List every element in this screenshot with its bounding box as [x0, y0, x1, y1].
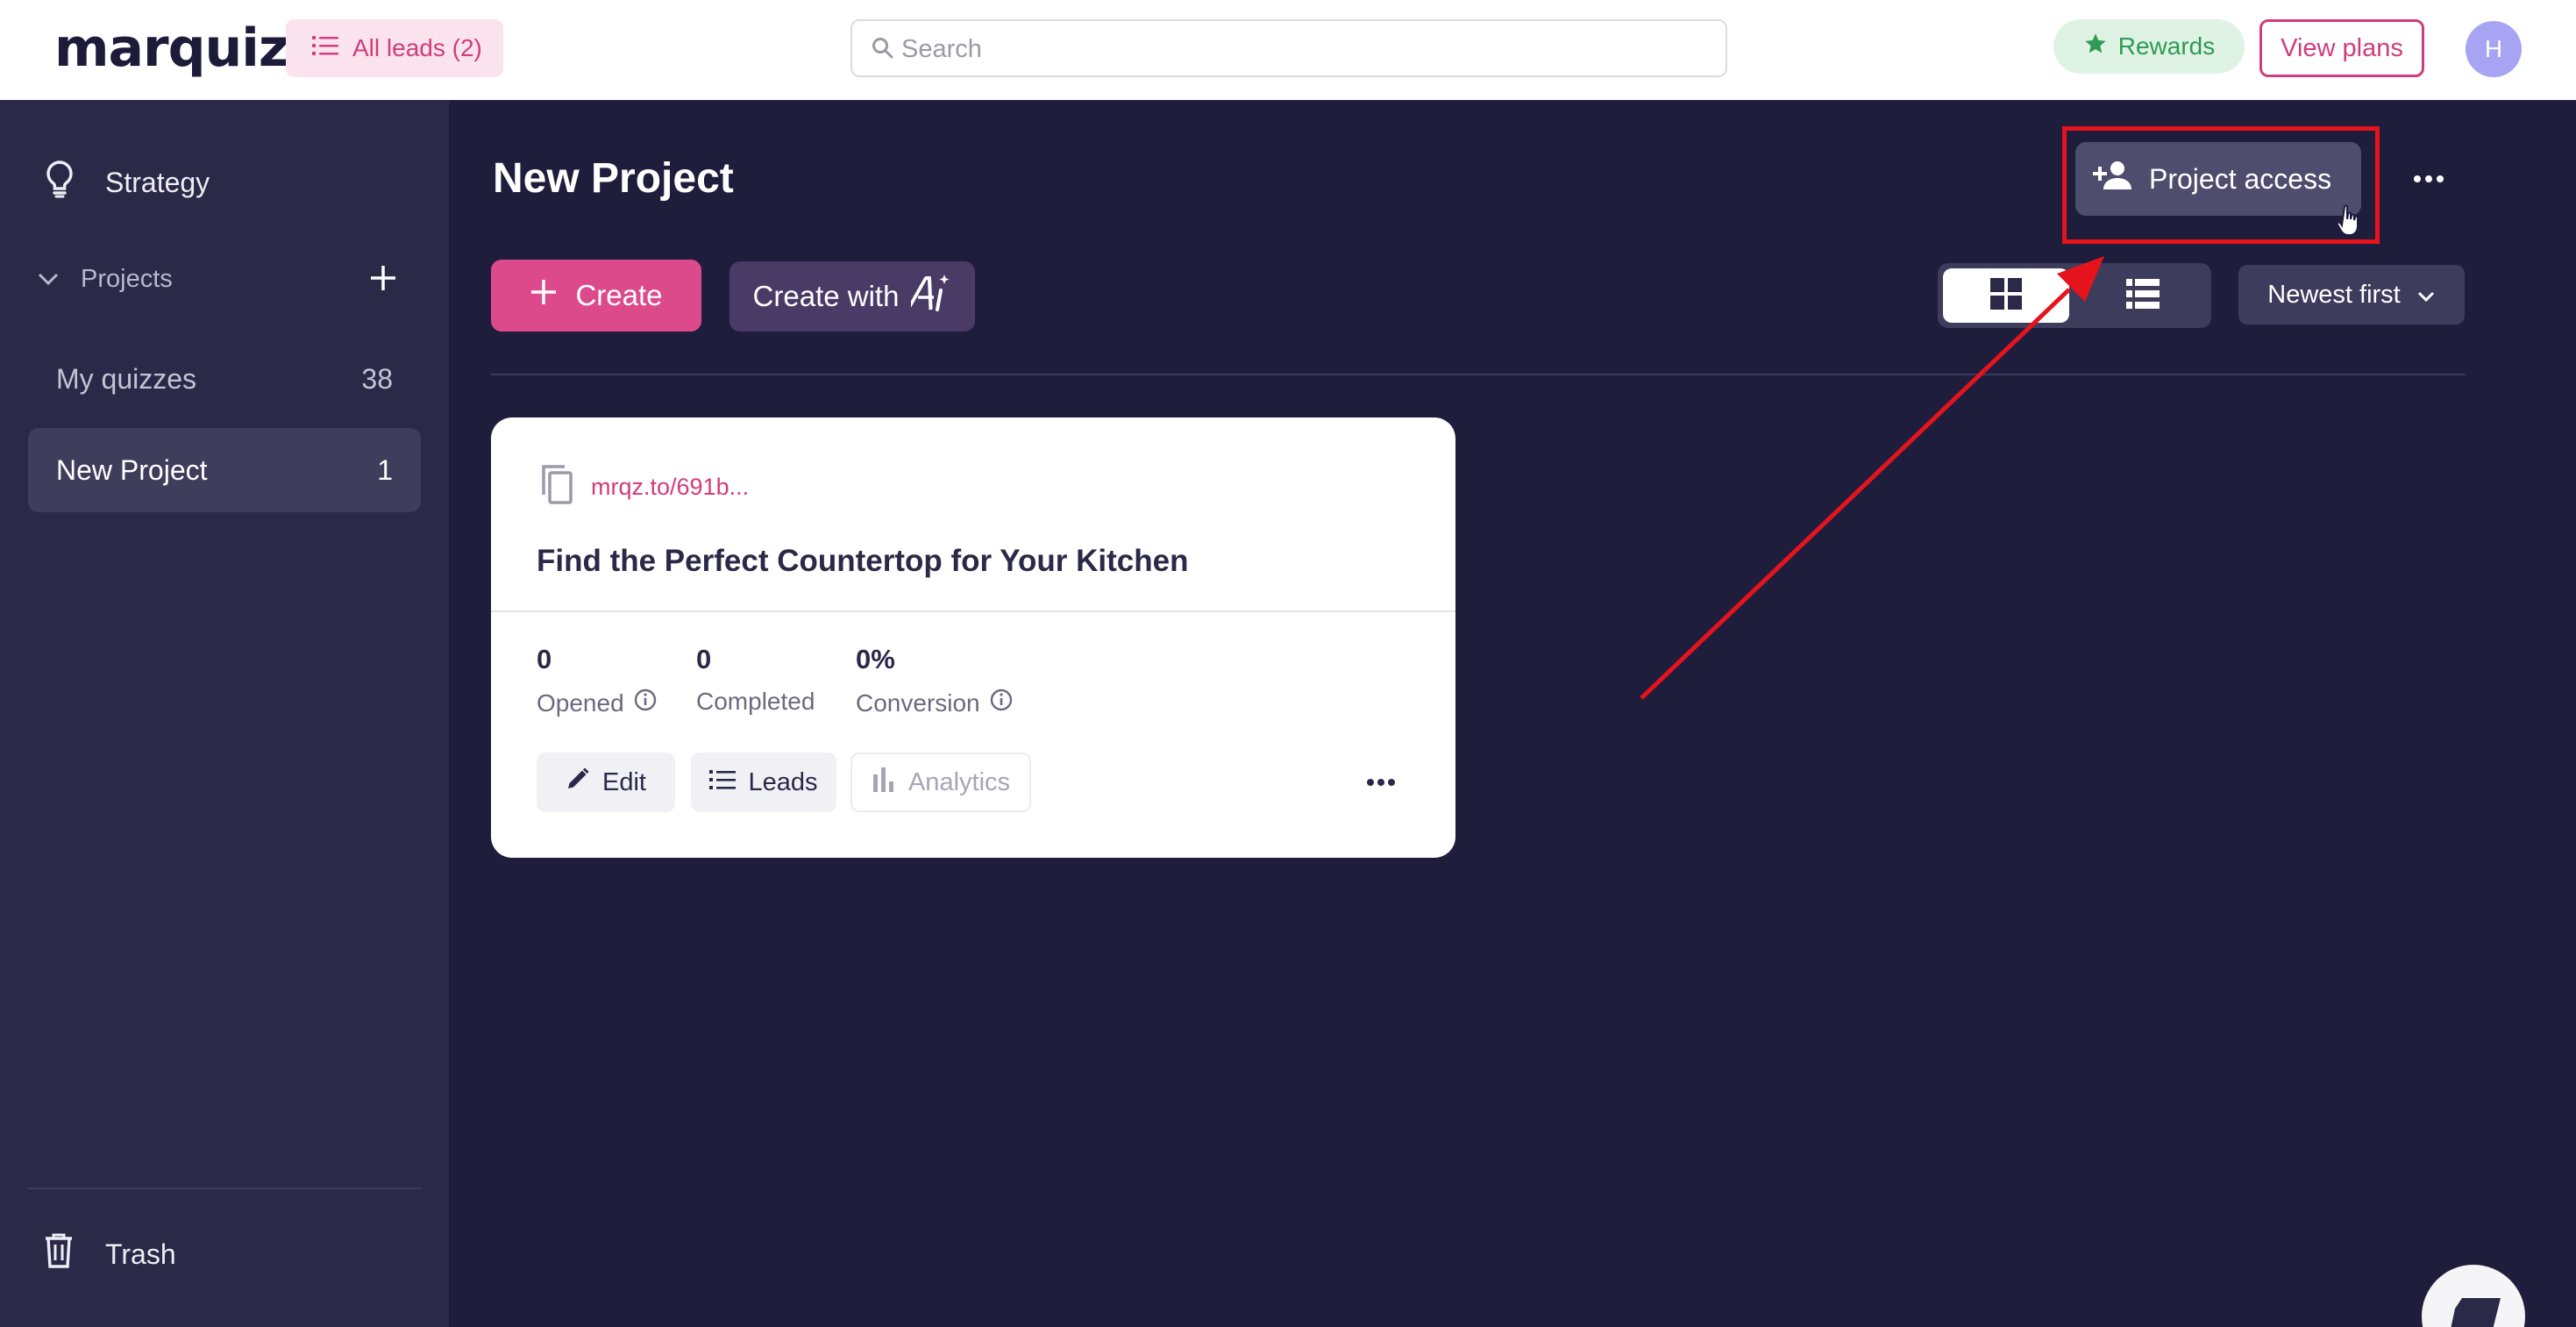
- add-project-button[interactable]: [361, 258, 405, 302]
- chat-icon: [2446, 1291, 2508, 1327]
- create-button[interactable]: Create: [491, 260, 701, 332]
- trash-icon: [44, 1233, 74, 1275]
- stat-opened: 0 Opened: [537, 644, 658, 718]
- sidebar-item-count: 38: [361, 362, 393, 395]
- info-icon[interactable]: [989, 688, 1014, 718]
- sidebar-item-strategy[interactable]: Strategy: [44, 160, 210, 205]
- quiz-link[interactable]: mrqz.to/691b...: [537, 463, 749, 511]
- quiz-title[interactable]: Find the Perfect Countertop for Your Kit…: [537, 544, 1188, 579]
- projects-section-header[interactable]: Projects: [37, 265, 405, 294]
- page-title: New Project: [493, 155, 734, 202]
- pencil-icon: [566, 767, 590, 798]
- sidebar-item-count: 1: [377, 453, 393, 486]
- edit-button[interactable]: Edit: [537, 753, 675, 812]
- grid-view-button[interactable]: [1943, 268, 2069, 323]
- stat-completed: 0 Completed: [696, 644, 815, 716]
- create-with-ai-button[interactable]: Create with: [729, 261, 975, 332]
- analytics-button[interactable]: Analytics: [850, 753, 1031, 812]
- info-icon[interactable]: [633, 688, 658, 718]
- annotation-highlight-box: [2062, 126, 2380, 244]
- hand-pointer-icon: [2336, 203, 2364, 241]
- more-horizontal-icon: [1366, 775, 1396, 791]
- stat-conversion: 0% Conversion: [856, 644, 1014, 718]
- logo[interactable]: marquiz: [54, 18, 289, 79]
- top-bar: marquiz All leads (2) Rewards View plans…: [0, 0, 2576, 100]
- sidebar-item-label: My quizzes: [56, 362, 197, 395]
- search-icon: [872, 37, 894, 64]
- trash-label: Trash: [105, 1238, 176, 1270]
- sort-dropdown[interactable]: Newest first: [2238, 265, 2465, 325]
- sidebar-item-new-project[interactable]: New Project 1: [28, 428, 421, 512]
- sidebar-divider: [28, 1188, 421, 1189]
- rewards-button[interactable]: Rewards: [2053, 19, 2245, 74]
- stat-label: Completed: [696, 688, 815, 715]
- sidebar-item-my-quizzes[interactable]: My quizzes 38: [28, 337, 421, 421]
- bar-chart-icon: [872, 766, 896, 799]
- more-horizontal-icon: [2413, 172, 2444, 188]
- card-divider: [491, 610, 1455, 612]
- chat-widget-button[interactable]: [2422, 1265, 2525, 1327]
- search-input[interactable]: [901, 30, 1690, 68]
- sidebar-item-trash[interactable]: Trash: [44, 1233, 176, 1275]
- copy-icon[interactable]: [537, 463, 575, 511]
- view-toggle: [1938, 263, 2211, 328]
- edit-label: Edit: [602, 767, 646, 796]
- sort-label: Newest first: [2267, 280, 2401, 309]
- grid-view-icon: [1989, 277, 2023, 315]
- ai-icon: [907, 273, 951, 320]
- stat-label: Opened: [537, 688, 624, 717]
- list-icon: [709, 768, 737, 797]
- strategy-label: Strategy: [105, 166, 210, 198]
- search-box[interactable]: [850, 19, 1727, 77]
- quiz-link-text: mrqz.to/691b...: [591, 474, 750, 500]
- stat-value: 0: [537, 644, 552, 674]
- card-more-button[interactable]: [1359, 763, 1403, 803]
- create-with-label: Create with: [752, 280, 900, 312]
- plus-icon: [368, 263, 398, 297]
- lightbulb-icon: [44, 160, 75, 205]
- plus-icon: [530, 278, 558, 313]
- all-leads-label: All leads (2): [352, 34, 482, 61]
- projects-label: Projects: [81, 265, 173, 293]
- leads-button[interactable]: Leads: [691, 753, 836, 812]
- quiz-card: mrqz.to/691b... Find the Perfect Counter…: [491, 417, 1455, 858]
- create-label: Create: [575, 279, 663, 311]
- all-leads-button[interactable]: All leads (2): [286, 19, 503, 77]
- chevron-down-icon: [2416, 281, 2436, 310]
- rewards-label: Rewards: [2117, 32, 2216, 60]
- more-options-button[interactable]: [2402, 158, 2455, 202]
- analytics-label: Analytics: [907, 767, 1011, 796]
- view-plans-button[interactable]: View plans: [2259, 19, 2424, 77]
- stat-value: 0: [696, 644, 712, 674]
- content-divider: [491, 374, 2466, 375]
- list-view-button[interactable]: [2080, 268, 2206, 323]
- list-view-icon: [2126, 278, 2160, 313]
- sidebar-item-label: New Project: [56, 453, 208, 486]
- star-icon: [2083, 32, 2108, 62]
- stat-label: Conversion: [856, 688, 980, 717]
- avatar[interactable]: H: [2466, 21, 2522, 77]
- leads-label: Leads: [748, 767, 818, 796]
- list-icon: [312, 34, 338, 63]
- sidebar: Strategy Projects My quizzes 38 New Proj…: [0, 100, 449, 1327]
- stat-value: 0%: [856, 644, 895, 674]
- chevron-down-icon: [37, 265, 60, 294]
